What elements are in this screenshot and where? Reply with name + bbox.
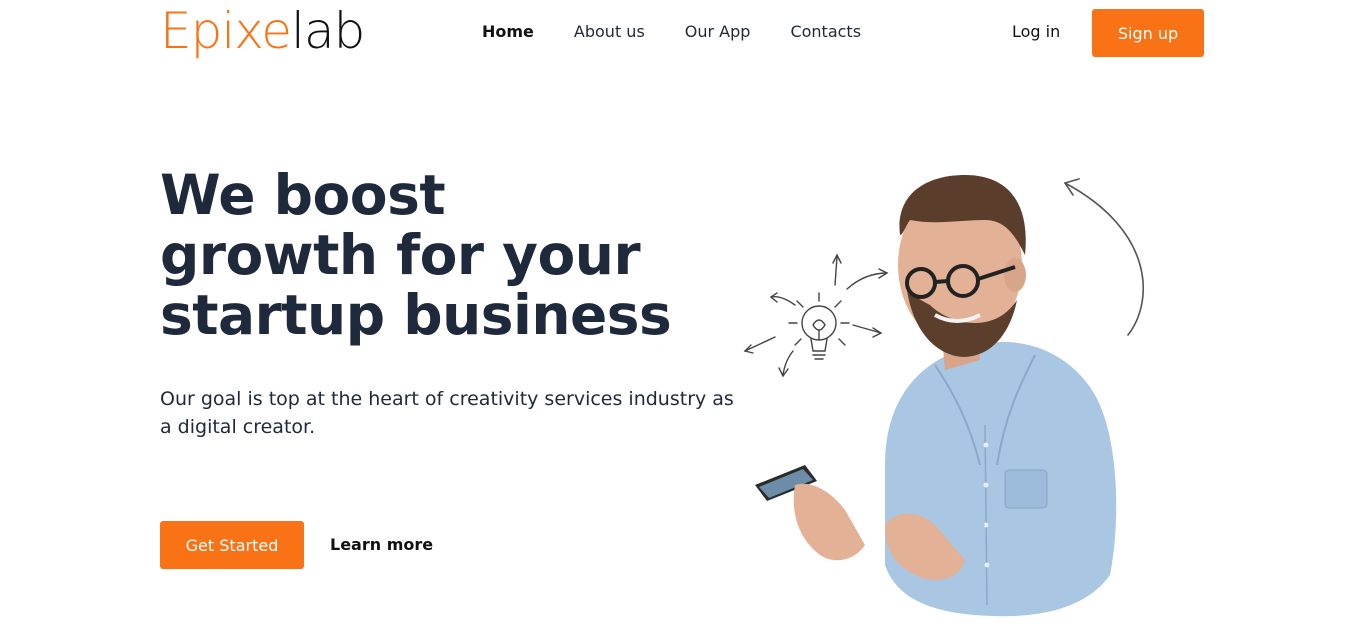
person-illustration bbox=[755, 175, 1117, 617]
nav-item-contacts[interactable]: Contacts bbox=[790, 20, 861, 44]
hero-title-line-3: startup business bbox=[160, 283, 672, 347]
login-link[interactable]: Log in bbox=[1012, 20, 1060, 44]
lightbulb-icon bbox=[743, 253, 889, 378]
curved-arrow-icon bbox=[1064, 178, 1145, 336]
hero-title-line-2: growth for your bbox=[160, 223, 641, 287]
landing-page: Epixe lab Home About us Our App Contacts … bbox=[0, 0, 1366, 627]
hero-subtitle: Our goal is top at the heart of creativi… bbox=[160, 388, 734, 438]
main-nav: Home About us Our App Contacts bbox=[482, 20, 901, 44]
nav-item-home[interactable]: Home bbox=[482, 20, 534, 44]
get-started-button[interactable]: Get Started bbox=[160, 521, 304, 569]
hero-title: We boost growth for your startup busines… bbox=[160, 165, 760, 345]
nav-item-our-app[interactable]: Our App bbox=[685, 20, 751, 44]
logo-text-secondary: lab bbox=[291, 2, 365, 60]
signup-button[interactable]: Sign up bbox=[1092, 9, 1204, 57]
nav-item-about-us[interactable]: About us bbox=[574, 20, 645, 44]
logo-text-primary: Epixe bbox=[160, 2, 292, 60]
logo-link[interactable]: Epixe lab bbox=[160, 2, 365, 60]
hero-illustration bbox=[743, 175, 1145, 617]
learn-more-link[interactable]: Learn more bbox=[330, 533, 433, 557]
hero-title-line-1: We boost bbox=[160, 163, 446, 227]
